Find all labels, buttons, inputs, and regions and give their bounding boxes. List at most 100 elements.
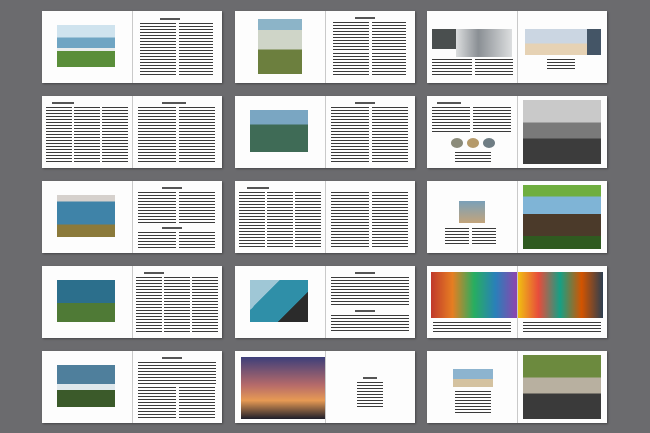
photo-beach-palms: [57, 25, 115, 67]
text-column: [164, 277, 190, 333]
text-column: [179, 232, 215, 248]
spread-thumbnail-grid: [0, 0, 650, 433]
photo-wave-barrel: [250, 280, 308, 322]
text-column: [473, 107, 511, 133]
text-column: [331, 277, 409, 307]
text-column: [179, 192, 215, 224]
left-page: [235, 351, 325, 423]
spread-thumbnail[interactable]: [42, 351, 222, 423]
text-column: [138, 107, 176, 163]
photo-colorful-collage: [517, 272, 603, 318]
spread-thumbnail[interactable]: [42, 96, 222, 168]
caption-text: [547, 59, 575, 69]
photo-coastline: [250, 110, 308, 152]
text-column: [140, 23, 176, 75]
heading-line: [160, 18, 180, 20]
text-column: [372, 53, 406, 75]
photo-colorful-collage: [431, 272, 517, 318]
text-column: [179, 387, 215, 418]
photo-flowers-field: [258, 19, 302, 74]
right-page: [517, 351, 607, 423]
heading-line: [162, 187, 182, 189]
right-page: [325, 11, 415, 83]
left-page: [235, 266, 325, 338]
right-page: [517, 96, 607, 168]
text-column: [331, 107, 369, 163]
photo-coastal-scene: [453, 369, 493, 387]
text-column: [432, 107, 470, 133]
photo-green-wave: [57, 280, 115, 322]
text-column: [472, 228, 496, 246]
text-column: [372, 22, 406, 50]
photo-bw-car: [523, 100, 601, 164]
spread-thumbnail[interactable]: [427, 11, 607, 83]
spread-thumbnail[interactable]: [235, 96, 415, 168]
spread-thumbnail[interactable]: [427, 96, 607, 168]
right-page: [132, 266, 222, 338]
text-column: [333, 53, 369, 75]
left-page: [42, 266, 132, 338]
right-page: [325, 181, 415, 253]
right-page: [132, 11, 222, 83]
heading-line: [162, 227, 182, 229]
photo-strip: [587, 29, 601, 55]
heading-line: [247, 187, 269, 189]
photo-rocky-shore: [57, 365, 115, 407]
left-page: [427, 181, 517, 253]
heading-line: [162, 357, 182, 359]
heading-line: [162, 102, 186, 104]
spread-thumbnail[interactable]: [235, 266, 415, 338]
spread-thumbnail[interactable]: [427, 181, 607, 253]
right-page: [517, 181, 607, 253]
text-column: [331, 192, 369, 248]
text-column: [179, 107, 215, 163]
spread-thumbnail[interactable]: [42, 11, 222, 83]
photo-street-lamp-sunset: [241, 357, 325, 419]
spread-thumbnail[interactable]: [235, 351, 415, 423]
text-column: [138, 192, 176, 224]
right-page: [325, 96, 415, 168]
photo-van: [432, 29, 456, 49]
text-column: [239, 192, 265, 248]
spread-thumbnail[interactable]: [42, 181, 222, 253]
heading-line: [355, 310, 375, 312]
photo-small-round: [451, 138, 463, 148]
text-column: [331, 315, 409, 333]
spread-thumbnail[interactable]: [427, 351, 607, 423]
left-page: [235, 96, 325, 168]
photo-sunset-beach: [525, 29, 587, 55]
text-column: [432, 59, 472, 77]
text-column: [295, 192, 321, 248]
caption-text: [523, 322, 601, 332]
spread-thumbnail[interactable]: [427, 266, 607, 338]
right-page: [517, 266, 607, 338]
right-page: [132, 96, 222, 168]
text-column: [138, 387, 176, 418]
photo-surfer-small: [459, 201, 485, 223]
caption-text: [433, 322, 511, 332]
spread-thumbnail[interactable]: [235, 181, 415, 253]
heading-line: [355, 272, 375, 274]
heading-line: [144, 272, 164, 274]
left-page: [427, 96, 517, 168]
right-page: [517, 11, 607, 83]
spread-thumbnail[interactable]: [42, 266, 222, 338]
text-column: [445, 228, 469, 246]
text-column: [138, 232, 176, 248]
text-column: [475, 59, 513, 77]
right-page: [132, 181, 222, 253]
text-column: [455, 391, 491, 413]
photo-horse-rider: [523, 185, 601, 249]
heading-line: [52, 102, 74, 104]
left-page: [235, 11, 325, 83]
heading-line: [355, 17, 375, 19]
text-column: [333, 22, 369, 50]
heading-line: [437, 102, 461, 104]
left-page: [427, 266, 517, 338]
left-page: [42, 351, 132, 423]
text-column: [138, 362, 216, 384]
text-column: [372, 192, 408, 248]
heading-line: [355, 102, 375, 104]
photo-bikes: [523, 355, 601, 419]
spread-thumbnail[interactable]: [235, 11, 415, 83]
